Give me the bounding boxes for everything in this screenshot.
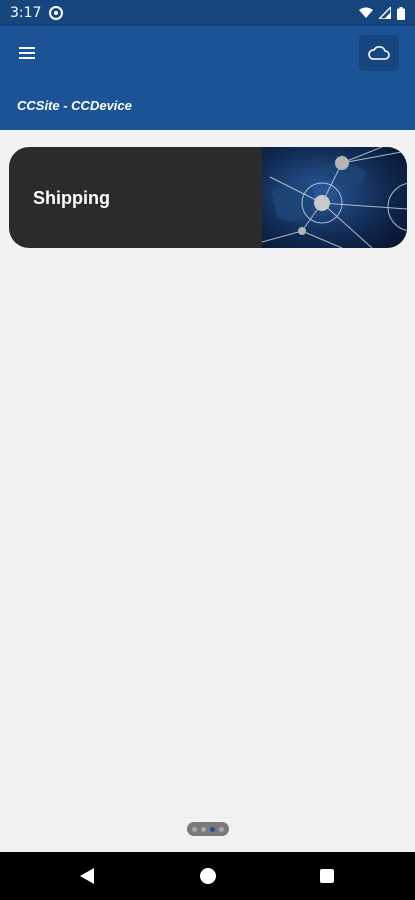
navigation-bar bbox=[0, 852, 415, 900]
back-icon[interactable] bbox=[80, 868, 94, 884]
recent-apps-icon[interactable] bbox=[320, 869, 334, 883]
app-bar: CCSite - CCDevice bbox=[0, 26, 415, 130]
status-bar: 3:17 bbox=[0, 0, 415, 26]
page-dot[interactable] bbox=[192, 826, 197, 832]
cloud-icon bbox=[368, 46, 390, 60]
page-dot-active[interactable] bbox=[210, 826, 215, 832]
home-icon[interactable] bbox=[200, 868, 216, 884]
cloud-button[interactable] bbox=[359, 35, 399, 71]
menu-icon[interactable] bbox=[12, 40, 42, 66]
signal-icon bbox=[379, 7, 391, 19]
page-indicator[interactable] bbox=[187, 822, 229, 836]
battery-icon bbox=[397, 6, 405, 20]
status-time: 3:17 bbox=[10, 5, 42, 21]
wifi-icon bbox=[359, 7, 373, 18]
page-title: CCSite - CCDevice bbox=[17, 98, 132, 113]
page-dot[interactable] bbox=[201, 826, 206, 832]
card-label: Shipping bbox=[33, 188, 110, 208]
network-globe-icon bbox=[262, 147, 407, 248]
status-icons bbox=[359, 6, 405, 20]
gear-icon bbox=[49, 6, 64, 20]
card-shipping[interactable]: Shipping bbox=[9, 147, 407, 248]
page-dot[interactable] bbox=[219, 826, 224, 832]
